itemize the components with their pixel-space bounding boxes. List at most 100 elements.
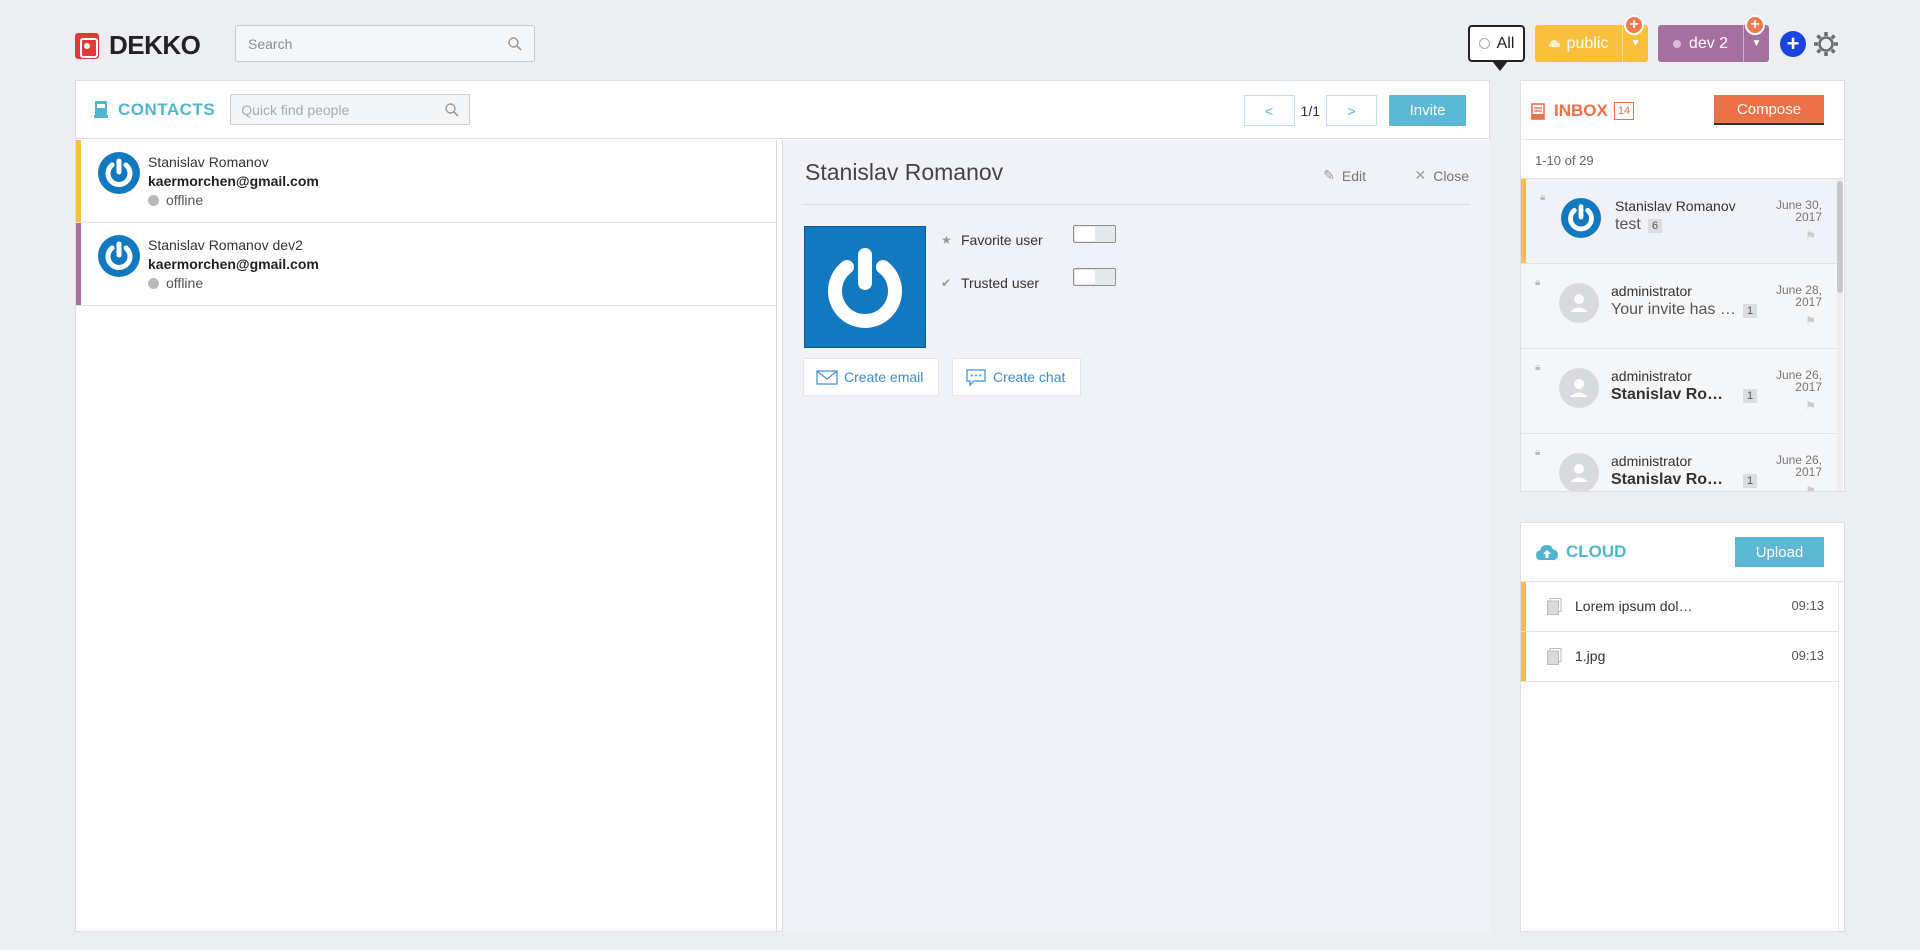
- space-public-label: public: [1566, 34, 1609, 52]
- filter-all-icon: [1478, 38, 1490, 49]
- create-chat-button[interactable]: Create chat: [952, 358, 1081, 396]
- edit-button[interactable]: ✎ Edit: [1323, 167, 1366, 184]
- page-indicator: 1/1: [1300, 102, 1320, 119]
- status-dot-icon: [148, 194, 159, 206]
- file-name: Lorem ipsum dol…: [1575, 598, 1693, 614]
- message-row[interactable]: 🔒︎ administrator Your invite has … 1 Jun…: [1521, 264, 1838, 349]
- star-icon: ★: [941, 233, 952, 247]
- add-space-icon[interactable]: +: [1780, 31, 1806, 57]
- message-subject: Stanislav Ro…: [1611, 386, 1724, 403]
- prev-page-button[interactable]: <: [1243, 95, 1295, 126]
- avatar: [1559, 453, 1599, 491]
- flag-icon[interactable]: ⚑: [1805, 229, 1816, 243]
- contact-row[interactable]: Stanislav Romanov kaermorchen@gmail.com …: [76, 140, 776, 223]
- status-dot-icon: [148, 277, 159, 289]
- cloud-title-text: CLOUD: [1566, 542, 1627, 561]
- lock-icon: 🔒︎: [1535, 277, 1541, 288]
- inbox-count-badge: 14: [1613, 102, 1635, 120]
- filter-all-button[interactable]: All: [1468, 25, 1525, 71]
- file-time: 09:13: [1791, 598, 1824, 613]
- flag-icon[interactable]: ⚑: [1805, 399, 1816, 413]
- message-count-badge: 1: [1743, 304, 1758, 318]
- app-name: DEKKO: [109, 30, 201, 60]
- contacts-pager: < 1/1 >: [1243, 95, 1377, 126]
- message-row[interactable]: 🔒︎ Stanislav Romanov test 6 June 30, 2017…: [1521, 179, 1838, 264]
- message-count-badge: 1: [1743, 474, 1758, 488]
- contact-email: kaermorchen@gmail.com: [148, 256, 319, 272]
- add-dev2-icon[interactable]: +: [1745, 15, 1765, 35]
- inbox-range: 1-10 of 29: [1535, 153, 1594, 168]
- check-circle-icon: ✔: [941, 276, 952, 290]
- message-row[interactable]: 🔒︎ administrator Stanislav Ro… 1 June 26…: [1521, 349, 1838, 434]
- contact-color-strip: [76, 223, 81, 305]
- contacts-header: CONTACTS < 1/1 > Invite: [76, 81, 1489, 139]
- message-date: June 28, 2017: [1762, 284, 1822, 308]
- flag-icon[interactable]: ⚑: [1805, 484, 1816, 491]
- lock-icon: 🔒︎: [1540, 192, 1546, 203]
- quick-find-input[interactable]: [241, 101, 432, 118]
- contacts-panel: CONTACTS < 1/1 > Invite Stanislav Romano…: [75, 80, 1490, 932]
- compose-button[interactable]: Compose: [1714, 95, 1824, 125]
- cloud-upload-icon: [1536, 544, 1558, 560]
- contact-detail-name: Stanislav Romanov: [805, 159, 1004, 185]
- edit-label: Edit: [1341, 167, 1366, 184]
- contact-status: offline: [148, 191, 776, 209]
- search-icon[interactable]: [445, 102, 459, 117]
- message-row[interactable]: 🔒︎ administrator Stanislav Ro… 1 June 26…: [1521, 434, 1838, 491]
- contacts-title: CONTACTS: [94, 100, 215, 120]
- message-color-strip: [1521, 179, 1526, 263]
- message-date-line2: 2017: [1795, 465, 1822, 479]
- close-button[interactable]: ✕ Close: [1414, 167, 1469, 184]
- app-logo[interactable]: DEKKO: [75, 30, 201, 61]
- power-avatar-icon: [828, 248, 902, 328]
- file-row[interactable]: Lorem ipsum dol… 09:13: [1521, 582, 1838, 632]
- inbox-scrollbar[interactable]: [1837, 179, 1843, 491]
- trusted-user-toggle[interactable]: [1073, 268, 1116, 286]
- trusted-user-label: Trusted user: [961, 275, 1040, 291]
- message-subject: Your invite has …: [1611, 301, 1736, 318]
- space-dev2-button[interactable]: dev 2 ▼ +: [1658, 15, 1769, 62]
- inbox-panel: INBOX 14 Compose 1-10 of 29 🔒︎ Stanislav…: [1520, 80, 1845, 492]
- space-public-button[interactable]: public ▼ +: [1535, 15, 1648, 62]
- contact-name: Stanislav Romanov: [148, 154, 269, 170]
- add-public-icon[interactable]: +: [1624, 15, 1644, 35]
- contact-detail-header: Stanislav Romanov ✎ Edit ✕ Close: [803, 140, 1470, 205]
- file-row[interactable]: 1.jpg 09:13: [1521, 632, 1838, 682]
- inbox-icon: [1531, 102, 1545, 120]
- inbox-title-text: INBOX: [1554, 101, 1608, 120]
- quick-find[interactable]: [230, 94, 471, 125]
- avatar: [1561, 198, 1601, 241]
- avatar: [1559, 283, 1599, 326]
- dekko-logo-icon: [75, 32, 99, 59]
- favorite-user-toggle[interactable]: [1073, 225, 1116, 243]
- cloud-title: CLOUD: [1536, 542, 1626, 562]
- power-avatar-icon: [98, 152, 140, 194]
- create-email-button[interactable]: Create email: [803, 358, 939, 396]
- global-search[interactable]: [235, 25, 535, 62]
- power-avatar-icon: [1561, 198, 1601, 238]
- contact-status-text: offline: [166, 192, 204, 208]
- next-page-button[interactable]: >: [1326, 95, 1377, 126]
- upload-button[interactable]: Upload: [1735, 537, 1824, 567]
- message-subject: Stanislav Ro…: [1611, 471, 1724, 488]
- gear-icon[interactable]: [1812, 30, 1840, 58]
- scrollbar-thumb[interactable]: [1837, 181, 1843, 293]
- contact-list: Stanislav Romanov kaermorchen@gmail.com …: [76, 140, 777, 932]
- create-chat-label: Create chat: [993, 369, 1066, 385]
- trusted-user-row: ✔ Trusted user: [941, 275, 1039, 291]
- user-placeholder-icon: [1559, 453, 1599, 491]
- pencil-icon: ✎: [1323, 167, 1335, 183]
- favorite-user-label: Favorite user: [961, 232, 1043, 248]
- contact-name: Stanislav Romanov dev2: [148, 237, 303, 253]
- envelope-icon: [816, 370, 838, 385]
- contact-row[interactable]: Stanislav Romanov dev2 kaermorchen@gmail…: [76, 223, 776, 306]
- inbox-title: INBOX 14: [1531, 101, 1635, 121]
- invite-button[interactable]: Invite: [1389, 95, 1466, 126]
- contacts-title-text: CONTACTS: [118, 99, 216, 119]
- search-icon[interactable]: [508, 36, 522, 51]
- flag-icon[interactable]: ⚑: [1805, 314, 1816, 328]
- message-date-line2: 2017: [1795, 380, 1822, 394]
- search-input[interactable]: [248, 35, 488, 52]
- chat-bubble-icon: [966, 369, 986, 386]
- contact-color-strip: [76, 140, 81, 222]
